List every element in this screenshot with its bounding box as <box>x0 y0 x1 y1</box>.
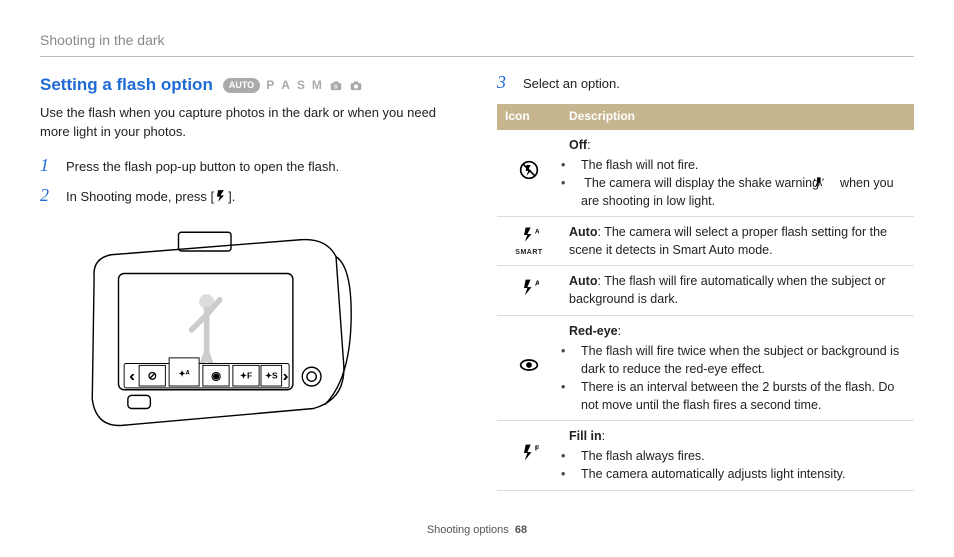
steps-list-right: 3 Select an option. <box>497 73 914 94</box>
step-number: 2 <box>40 186 56 207</box>
page-number: 68 <box>515 524 527 536</box>
step-number: 3 <box>497 73 513 94</box>
flash-auto-icon: A <box>497 266 561 315</box>
table-header-row: Icon Description <box>497 104 914 129</box>
th-description: Description <box>561 104 914 129</box>
row-fillin: F Fill in: The flash always fires. The c… <box>497 421 914 490</box>
row-auto: A Auto: The flash will fire automaticall… <box>497 266 914 315</box>
mode-p: P <box>266 77 275 94</box>
rule <box>40 56 914 57</box>
svg-text:✦F: ✦F <box>240 371 252 381</box>
flash-off-icon <box>497 130 561 217</box>
row-off: Off: The flash will not fire. The camera… <box>497 130 914 217</box>
section-heading: Setting a flash option <box>40 73 213 98</box>
row-auto-smart: A SMART Auto: The camera will select a p… <box>497 217 914 266</box>
page-footer: Shooting options 68 <box>40 519 914 539</box>
svg-text:◉: ◉ <box>211 371 221 383</box>
mode-scene-icon: S <box>329 79 343 93</box>
shake-warning-icon <box>823 175 837 189</box>
svg-text:A: A <box>535 278 539 287</box>
footer-section: Shooting options <box>427 524 509 536</box>
heading-row: Setting a flash option AUTO P A S M S <box>40 73 457 98</box>
step-2: 2 In Shooting mode, press []. <box>40 186 457 207</box>
row-fillin-desc: Fill in: The flash always fires. The cam… <box>561 421 914 490</box>
svg-text:✦S: ✦S <box>265 371 278 381</box>
svg-text:✦ᴬ: ✦ᴬ <box>179 369 190 379</box>
row-redeye: Red-eye: The flash will fire twice when … <box>497 315 914 421</box>
svg-text:F: F <box>535 443 539 452</box>
mode-indicators: AUTO P A S M S <box>223 77 363 94</box>
mode-camera-icon <box>349 79 363 93</box>
two-column-layout: Setting a flash option AUTO P A S M S Us… <box>40 73 914 519</box>
left-column: Setting a flash option AUTO P A S M S Us… <box>40 73 457 519</box>
step-text: In Shooting mode, press []. <box>66 186 235 207</box>
mode-m: M <box>312 77 323 94</box>
intro-text: Use the flash when you capture photos in… <box>40 104 457 142</box>
flash-auto-smart-icon: A SMART <box>497 217 561 266</box>
svg-text:⊘: ⊘ <box>148 371 157 383</box>
red-eye-icon <box>497 315 561 421</box>
row-auto-smart-desc: Auto: The camera will select a proper fl… <box>561 217 914 266</box>
row-redeye-desc: Red-eye: The flash will fire twice when … <box>561 315 914 421</box>
camera-svg: ‹ › <box>66 221 366 446</box>
step-1: 1 Press the flash pop-up button to open … <box>40 156 457 177</box>
step-3: 3 Select an option. <box>497 73 914 94</box>
right-column: 3 Select an option. Icon Description <box>497 73 914 519</box>
step-number: 1 <box>40 156 56 177</box>
camera-illustration: ‹ › <box>40 221 457 452</box>
row-auto-desc: Auto: The flash will fire automatically … <box>561 266 914 315</box>
chapter-title: Shooting in the dark <box>40 30 914 50</box>
mode-auto-pill: AUTO <box>223 78 260 93</box>
mode-a: A <box>281 77 291 94</box>
th-icon: Icon <box>497 104 561 129</box>
svg-text:›: › <box>284 369 288 384</box>
mode-s: S <box>297 77 306 94</box>
steps-list: 1 Press the flash pop-up button to open … <box>40 156 457 208</box>
row-off-desc: Off: The flash will not fire. The camera… <box>561 130 914 217</box>
svg-text:A: A <box>535 228 539 235</box>
step-text: Press the flash pop-up button to open th… <box>66 156 339 177</box>
options-table: Icon Description Off: The flash will not… <box>497 104 914 490</box>
svg-text:‹: ‹ <box>130 369 134 384</box>
fill-in-icon: F <box>497 421 561 490</box>
flash-icon <box>214 189 228 203</box>
step-text: Select an option. <box>523 73 620 94</box>
manual-page: Shooting in the dark Setting a flash opt… <box>0 0 954 557</box>
svg-text:S: S <box>334 84 338 90</box>
